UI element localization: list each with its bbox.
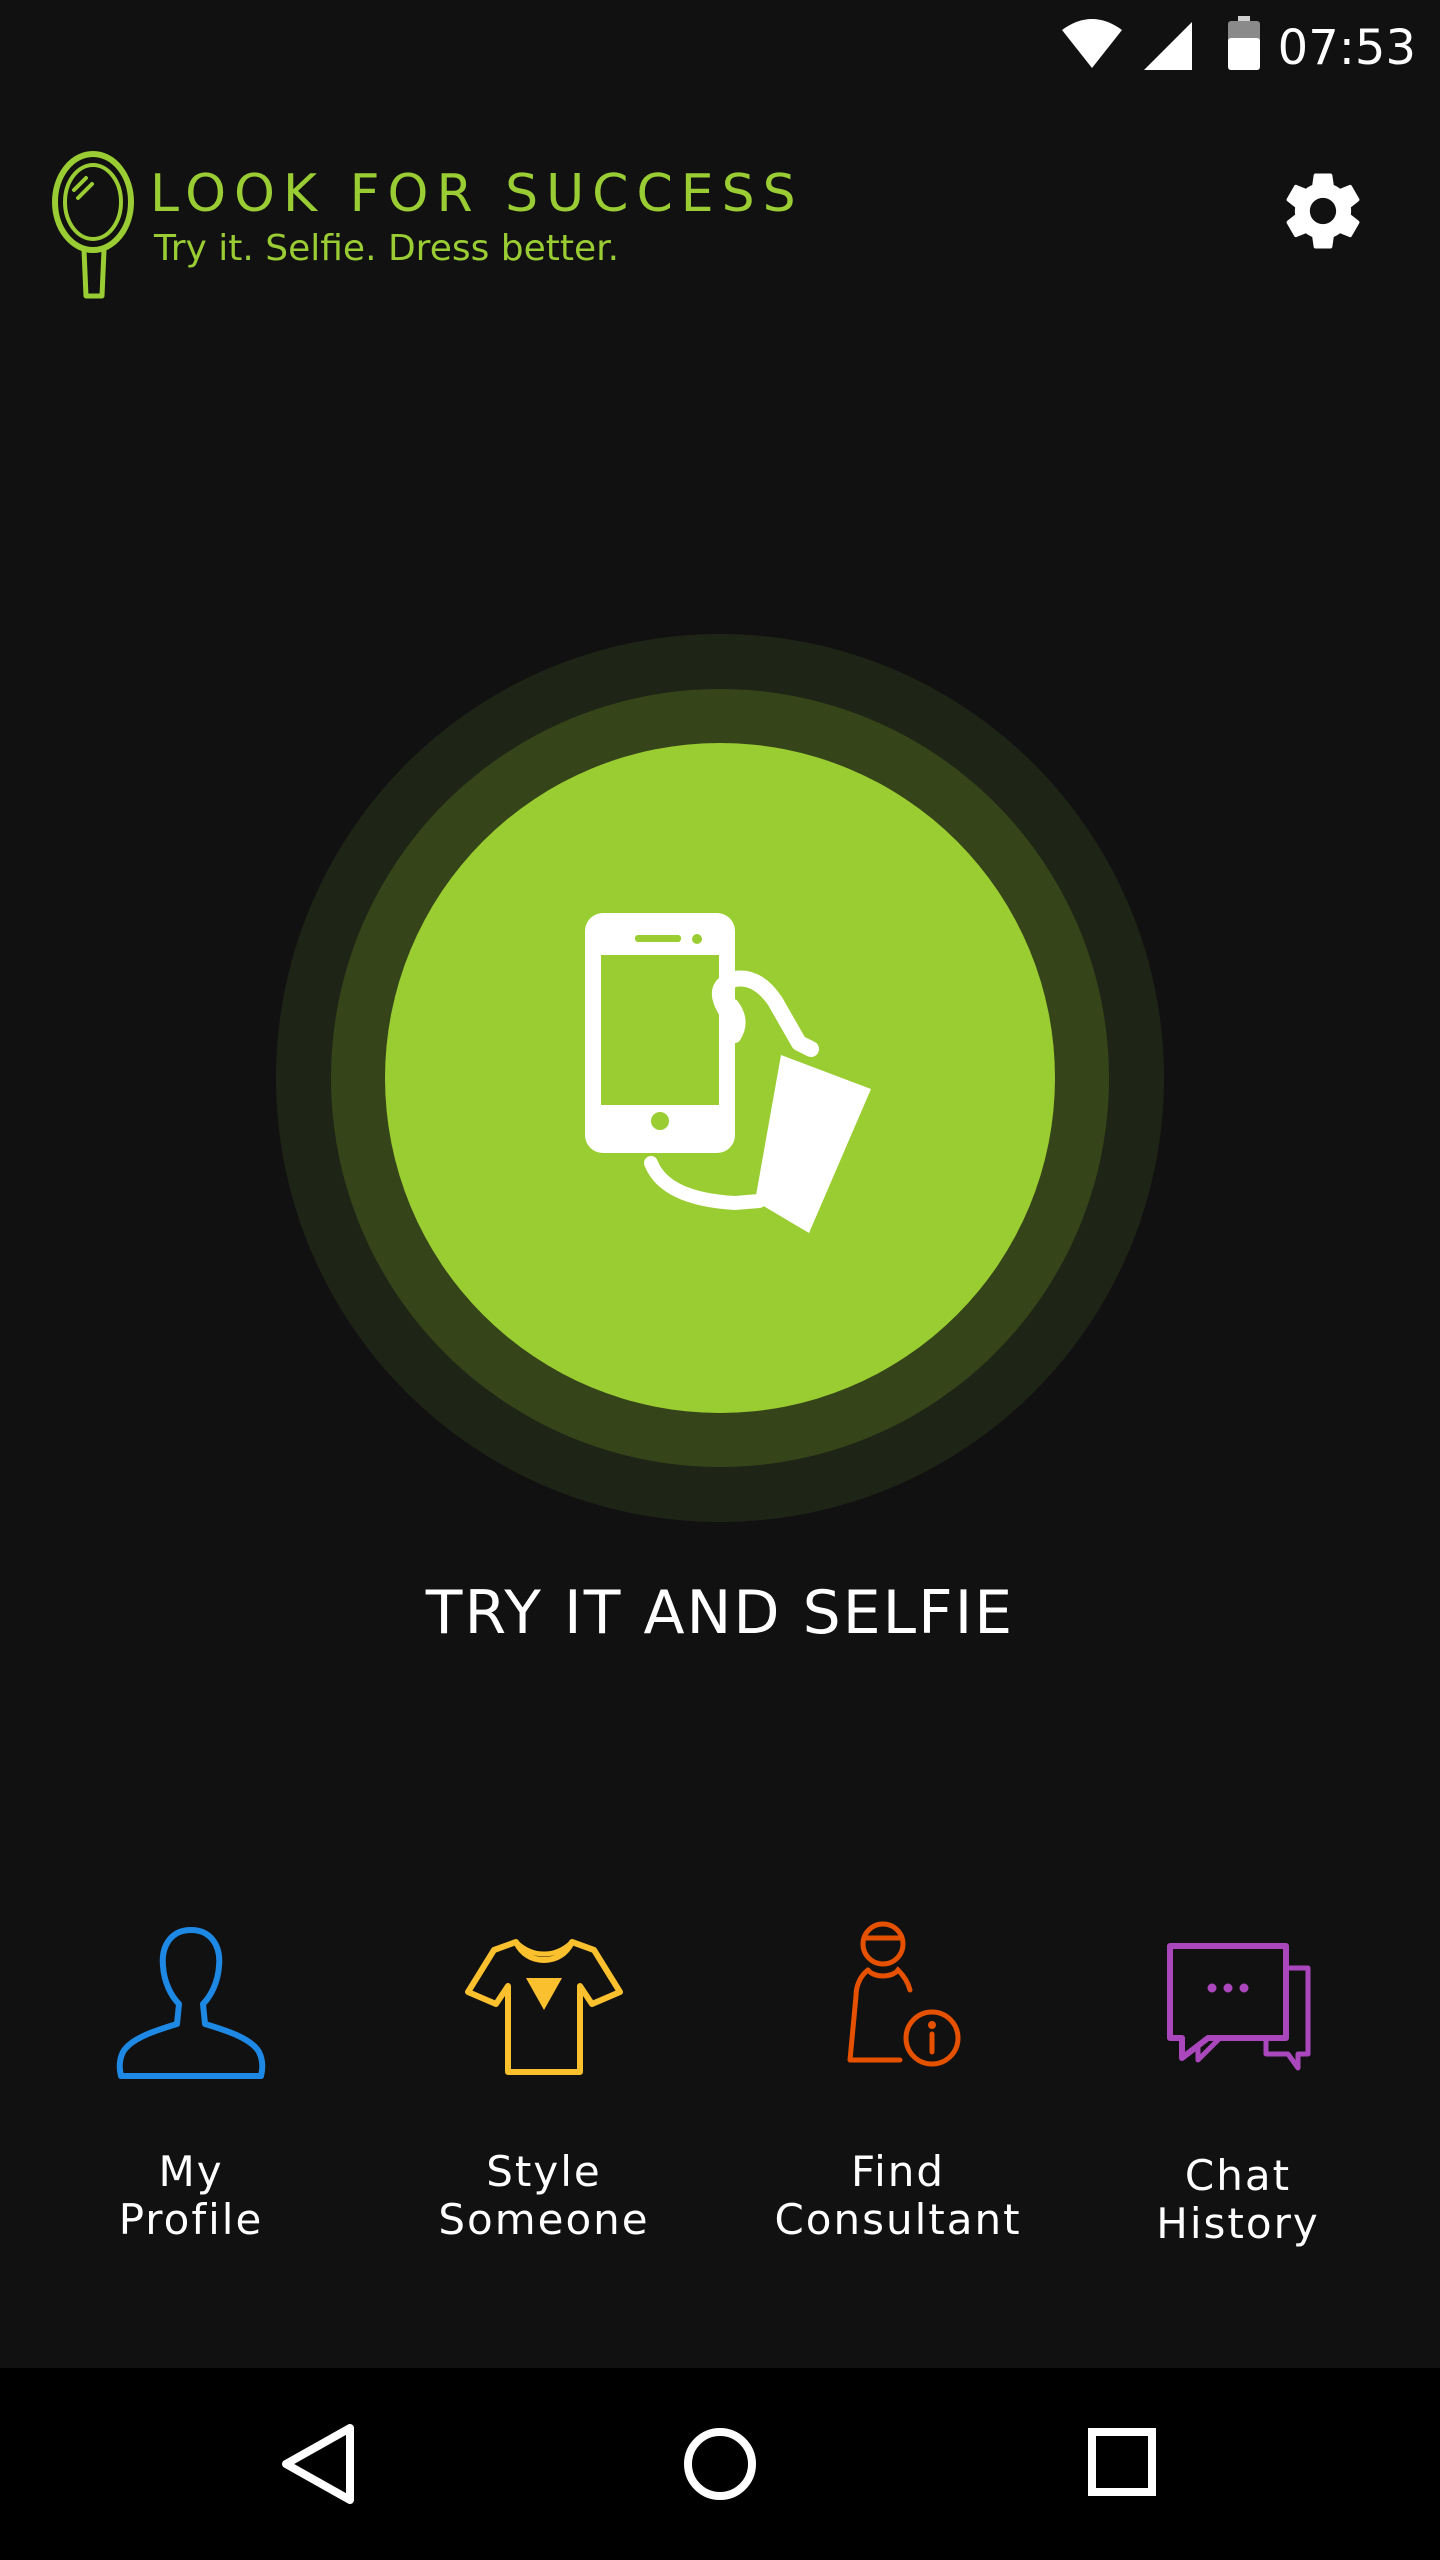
menu-label-my-profile: My Profile: [118, 2147, 264, 2244]
person-outline-icon: [116, 1927, 266, 2079]
back-icon[interactable]: [264, 2408, 376, 2520]
menu-item-chat-history[interactable]: Chat History: [1068, 1900, 1408, 2280]
brand-tagline: Try it. Selfie. Dress better.: [154, 228, 620, 269]
cell-signal-icon: [1144, 22, 1192, 70]
try-it-selfie-button[interactable]: [385, 743, 1055, 1413]
mirror-icon: [52, 151, 134, 299]
menu-item-my-profile[interactable]: My Profile: [21, 1900, 361, 2280]
gear-icon[interactable]: [1278, 166, 1368, 256]
app-header: LOOK FOR SUCCESS Try it. Selfie. Dress b…: [0, 96, 1440, 326]
menu-item-find-consultant[interactable]: Find Consultant: [728, 1900, 1068, 2280]
menu-label-chat-history: Chat History: [1156, 2151, 1320, 2248]
system-nav-bar: [0, 2368, 1440, 2560]
recents-icon[interactable]: [1068, 2408, 1180, 2520]
home-icon[interactable]: [664, 2408, 776, 2520]
status-time: 07:53: [1277, 20, 1416, 76]
menu-item-style-someone[interactable]: Style Someone: [374, 1900, 714, 2280]
hero-label[interactable]: TRY IT AND SELFIE: [0, 1578, 1440, 1648]
t-shirt-icon: [465, 1939, 623, 2075]
menu-label-style-someone: Style Someone: [438, 2147, 650, 2244]
status-bar: 07:53: [0, 0, 1440, 96]
menu-label-find-consultant: Find Consultant: [774, 2147, 1022, 2244]
battery-icon: [1228, 16, 1260, 70]
consultant-info-icon: [847, 1921, 961, 2067]
hand-holding-phone-icon: [585, 913, 871, 1233]
wifi-icon: [1062, 19, 1122, 68]
chat-bubbles-icon: [1167, 1943, 1311, 2071]
brand-title: LOOK FOR SUCCESS: [150, 164, 804, 224]
